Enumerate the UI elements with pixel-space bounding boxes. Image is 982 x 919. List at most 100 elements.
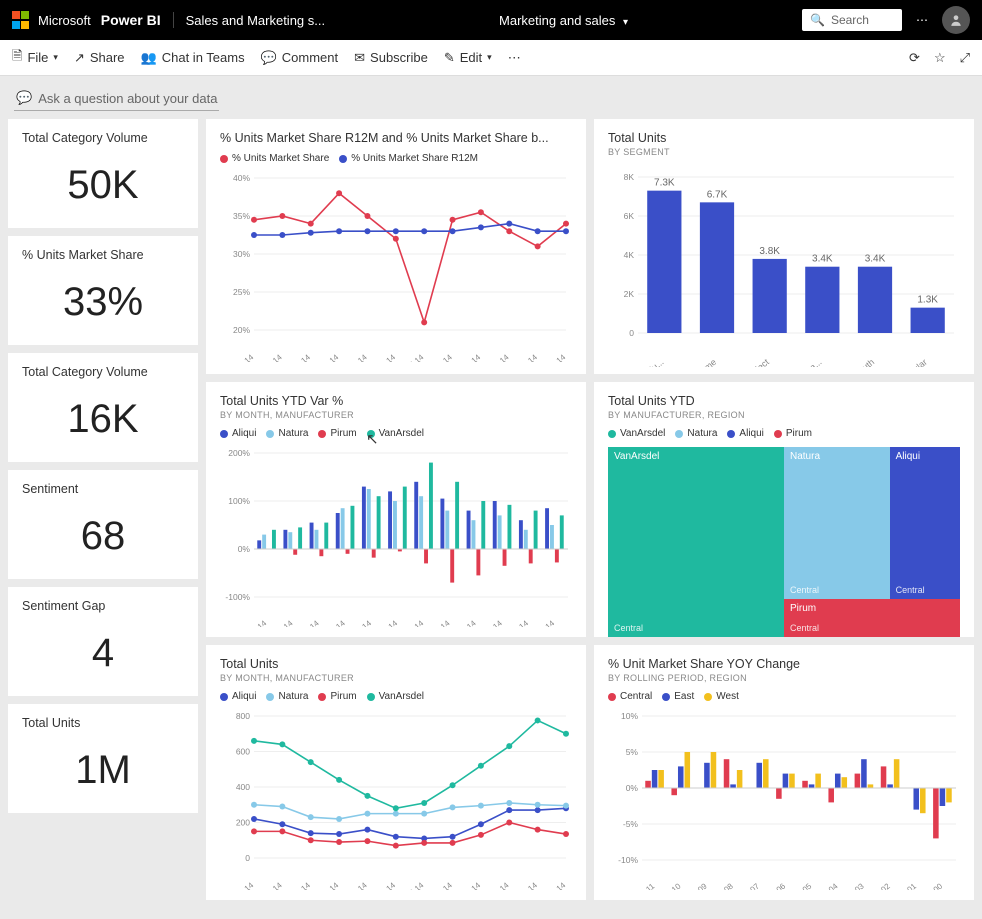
kpi-title: Total Category Volume [22, 365, 184, 379]
dot-icon [704, 693, 712, 701]
share-button[interactable]: ↗Share [74, 50, 125, 66]
file-menu[interactable]: 🗎File▾ [12, 47, 58, 69]
svg-text:Oct-14: Oct-14 [480, 618, 505, 627]
svg-text:Jun-14: Jun-14 [373, 880, 398, 890]
svg-text:Nov-14: Nov-14 [513, 352, 539, 362]
svg-text:Jul-14: Jul-14 [403, 618, 426, 627]
share-icon: ↗ [74, 50, 85, 66]
chart-ums-line[interactable]: % Units Market Share R12M and % Units Ma… [206, 119, 586, 374]
kpi-title: Total Category Volume [22, 131, 184, 145]
more-icon[interactable]: ⋯ [916, 13, 928, 27]
kpi-units-market-share[interactable]: % Units Market Share 33% [8, 236, 198, 345]
dot-icon [367, 693, 375, 701]
svg-text:Jun-14: Jun-14 [373, 352, 398, 362]
svg-text:600: 600 [236, 747, 250, 757]
avatar[interactable] [942, 6, 970, 34]
edit-button[interactable]: ✎Edit▾ [444, 50, 492, 66]
svg-text:8K: 8K [624, 172, 635, 182]
svg-text:May-14: May-14 [343, 880, 370, 890]
dot-icon [727, 430, 735, 438]
fullscreen-icon[interactable]: ⤢ [960, 50, 970, 66]
chat-teams-button[interactable]: 👥Chat in Teams [141, 50, 245, 66]
chat-icon: 💬 [16, 90, 32, 106]
chart-yoy-change[interactable]: % Unit Market Share YOY Change BY ROLLIN… [594, 645, 974, 900]
qna-placeholder: Ask a question about your data [38, 91, 217, 106]
svg-text:P-06: P-06 [768, 881, 787, 890]
kpi-sentiment[interactable]: Sentiment 68 [8, 470, 198, 579]
teams-icon: 👥 [141, 50, 157, 66]
svg-text:Jun-14: Jun-14 [375, 618, 400, 627]
tree-cell-pirum[interactable]: PirumCentral [784, 599, 960, 637]
search-input[interactable]: 🔍 Search [802, 9, 902, 31]
file-icon: 🗎 [12, 47, 22, 69]
chevron-down-icon: ▾ [53, 52, 58, 63]
svg-text:800: 800 [236, 711, 250, 721]
svg-text:Jul-14: Jul-14 [403, 880, 426, 890]
chart-ytd-treemap[interactable]: Total Units YTD BY MANUFACTURER, REGION … [594, 382, 974, 637]
chart-tu-line[interactable]: Total Units BY MONTH, MANUFACTURER Aliqu… [206, 645, 586, 900]
svg-text:20%: 20% [233, 325, 250, 335]
svg-text:1.3K: 1.3K [917, 295, 938, 306]
comment-button[interactable]: 💬Comment [261, 50, 339, 66]
plot-area: 0200400600800Jan-14Feb-14Mar-14Apr-14May… [220, 710, 572, 890]
chart-ytd-var[interactable]: Total Units YTD Var % BY MONTH, MANUFACT… [206, 382, 586, 637]
page-switcher[interactable]: Marketing and sales ▾ [325, 13, 802, 28]
svg-text:Regular: Regular [898, 357, 929, 367]
svg-text:P-09: P-09 [690, 881, 709, 890]
chart-title: Total Units YTD Var % [220, 394, 572, 408]
tree-cell-natura[interactable]: NaturaCentral [784, 447, 890, 599]
chart-subtitle: BY MONTH, MANUFACTURER [220, 410, 572, 420]
legend: Aliqui Natura Pirum VanArsdel [220, 691, 572, 702]
plot-area: 20%25%30%35%40%Jan-14Feb-14Mar-14Apr-14M… [220, 172, 572, 362]
chart-tu-segment[interactable]: Total Units BY SEGMENT 02K4K6K8K7.3KProd… [594, 119, 974, 374]
kpi-value: 16K [22, 379, 184, 450]
kpi-title: Total Units [22, 716, 184, 730]
legend: VanArsdel Natura Aliqui Pirum [608, 428, 960, 439]
svg-text:0%: 0% [238, 544, 251, 554]
svg-text:7.3K: 7.3K [654, 178, 675, 189]
svg-text:P-01: P-01 [899, 881, 918, 890]
kpi-title: Sentiment Gap [22, 599, 184, 613]
svg-text:Oct-14: Oct-14 [486, 880, 511, 890]
kpi-sentiment-gap[interactable]: Sentiment Gap 4 [8, 587, 198, 696]
svg-text:Sep-14: Sep-14 [452, 618, 478, 627]
toolbar-more[interactable]: ⋯ [508, 50, 521, 66]
svg-text:Mar-14: Mar-14 [287, 352, 313, 362]
chart-subtitle: BY MANUFACTURER, REGION [608, 410, 960, 420]
svg-text:3.4K: 3.4K [812, 254, 833, 265]
page-name: Marketing and sales [499, 13, 615, 28]
subscribe-button[interactable]: ✉Subscribe [354, 50, 428, 66]
svg-text:Feb-14: Feb-14 [269, 618, 295, 627]
kpi-total-units[interactable]: Total Units 1M [8, 704, 198, 813]
treemap: VanArsdelCentral NaturaCentral AliquiCen… [608, 447, 960, 637]
svg-text:P-08: P-08 [716, 881, 735, 890]
microsoft-logo-icon [12, 11, 30, 29]
svg-text:P-05: P-05 [795, 881, 814, 890]
dot-icon [318, 430, 326, 438]
chart-title: Total Units [608, 131, 960, 145]
svg-text:Feb-14: Feb-14 [258, 352, 284, 362]
kpi-total-category-volume-2[interactable]: Total Category Volume 16K [8, 353, 198, 462]
chart-title: Total Units [220, 657, 572, 671]
svg-text:2K: 2K [624, 289, 635, 299]
refresh-icon[interactable]: ⟳ [909, 50, 920, 66]
kpi-total-category-volume-1[interactable]: Total Category Volume 50K [8, 119, 198, 228]
svg-text:Jan-14: Jan-14 [231, 352, 256, 362]
svg-text:10%: 10% [621, 711, 638, 721]
dot-icon [220, 430, 228, 438]
tree-cell-aliqui[interactable]: AliquiCentral [890, 447, 960, 599]
svg-text:Dec-14: Dec-14 [542, 352, 568, 362]
svg-text:Apr-14: Apr-14 [316, 880, 341, 890]
tree-cell-vanarsdel[interactable]: VanArsdelCentral [608, 447, 784, 637]
person-icon [949, 13, 963, 27]
svg-text:40%: 40% [233, 173, 250, 183]
legend: % Units Market Share % Units Market Shar… [220, 153, 572, 164]
report-name[interactable]: Sales and Marketing s... [174, 13, 325, 28]
svg-text:P-04: P-04 [821, 881, 840, 890]
favorite-icon[interactable]: ☆ [934, 50, 946, 66]
chart-title: Total Units YTD [608, 394, 960, 408]
qna-input[interactable]: 💬 Ask a question about your data [14, 88, 219, 111]
svg-text:Feb-14: Feb-14 [258, 880, 284, 890]
legend: Aliqui Natura Pirum VanArsdel [220, 428, 572, 439]
chevron-down-icon: ▾ [487, 52, 492, 63]
